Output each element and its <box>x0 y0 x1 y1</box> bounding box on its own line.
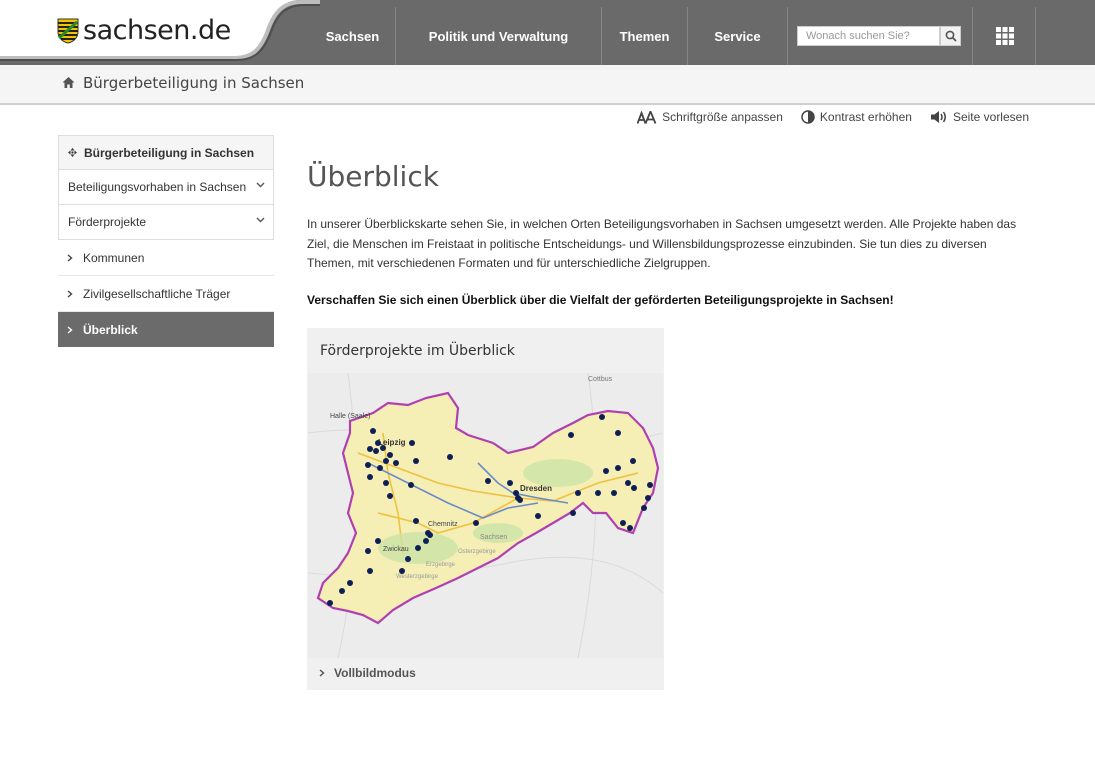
font-size-label: Schriftgröße anpassen <box>662 110 783 124</box>
main-navigation: Sachsen Politik und Verwaltung Themen Se… <box>310 7 788 65</box>
accessibility-tools: Schriftgröße anpassen Kontrast erhöhen S… <box>637 110 1029 124</box>
map-label-halle: Halle (Saale) <box>330 413 370 420</box>
sidebar-item-foerderprojekte[interactable]: Förderprojekte <box>58 205 274 240</box>
map-label-dresden: Dresden <box>520 484 552 493</box>
grid-menu-icon <box>995 27 1014 45</box>
home-icon[interactable] <box>62 76 75 89</box>
map-label-zwickau: Zwickau <box>383 546 409 553</box>
sidebar-item-zivilgesellschaftliche-traeger[interactable]: Zivilgesellschaftliche Träger <box>58 276 274 312</box>
sidebar-item-label: Beteiligungsvorhaben in Sachsen <box>68 180 247 194</box>
read-aloud-label: Seite vorlesen <box>952 110 1029 124</box>
search-area <box>788 7 973 65</box>
search-input[interactable] <box>797 26 940 46</box>
breadcrumb-title[interactable]: Bürgerbeteiligung in Sachsen <box>83 74 304 92</box>
sidebar-item-label: Kommunen <box>83 250 145 265</box>
font-size-icon <box>637 110 657 124</box>
project-map[interactable]: Halle (Saale) Leipzig Dresden Chemnitz Z… <box>308 373 663 658</box>
map-card-title: Förderprojekte im Überblick <box>320 343 515 359</box>
chevron-down-icon <box>256 217 265 223</box>
brand-name: sachsen.de <box>83 15 231 46</box>
sidebar-item-kommunen[interactable]: Kommunen <box>58 240 274 276</box>
chevron-down-icon <box>256 182 265 189</box>
sidebar-item-label: Förderprojekte <box>68 215 147 229</box>
lead-text: Verschaffen Sie sich einen Überblick übe… <box>307 292 894 307</box>
sidebar-item-beteiligungsvorhaben[interactable]: Beteiligungsvorhaben in Sachsen <box>58 170 274 205</box>
apps-menu-button[interactable] <box>974 7 1036 65</box>
sidebar-item-label: Bürgerbeteiligung in Sachsen <box>84 145 255 160</box>
saxony-coat-of-arms-icon <box>57 18 79 44</box>
top-navigation-bar: sachsen.de Sachsen Politik und Verwaltun… <box>0 0 1095 65</box>
nav-item-sachsen[interactable]: Sachsen <box>310 7 396 65</box>
chevron-right-icon <box>67 289 83 298</box>
move-arrows-icon <box>68 148 84 157</box>
sidebar-item-label: Überblick <box>83 322 138 337</box>
map-label-westerzgebirge: Westerzgebirge <box>396 574 439 580</box>
chevron-right-icon <box>67 253 83 262</box>
font-size-tool[interactable]: Schriftgröße anpassen <box>637 110 783 124</box>
map-label-sachsen: Sachsen <box>480 534 507 541</box>
sidebar-navigation: Bürgerbeteiligung in Sachsen Beteiligung… <box>58 135 274 347</box>
map-label-cottbus: Cottbus <box>588 376 613 383</box>
intro-text: In unserer Überblickskarte sehen Sie, in… <box>307 217 1017 270</box>
map-label-chemnitz: Chemnitz <box>428 521 458 528</box>
sidebar-item-buergerbeteiligung[interactable]: Bürgerbeteiligung in Sachsen <box>58 135 274 170</box>
breadcrumb: Bürgerbeteiligung in Sachsen <box>0 65 1095 105</box>
main-content: Überblick In unserer Überblickskarte seh… <box>307 160 1037 307</box>
read-aloud-tool[interactable]: Seite vorlesen <box>930 110 1029 124</box>
sidebar-item-ueberblick[interactable]: Überblick <box>58 312 274 347</box>
sidebar-item-label: Zivilgesellschaftliche Träger <box>83 286 231 301</box>
contrast-label: Kontrast erhöhen <box>819 110 912 124</box>
chevron-right-icon <box>319 669 325 677</box>
search-button[interactable] <box>940 26 961 46</box>
chevron-right-icon <box>67 325 83 334</box>
speaker-icon <box>930 111 946 123</box>
fullscreen-mode-label: Vollbildmodus <box>334 666 416 680</box>
contrast-icon <box>801 110 815 124</box>
map-label-erzgebirge: Erzgebirge <box>426 562 456 568</box>
nav-item-themen[interactable]: Themen <box>602 7 688 65</box>
home-logo-link[interactable]: sachsen.de <box>57 15 231 46</box>
map-card: Förderprojekte im Überblick Halle (Saale… <box>307 328 664 690</box>
map-label-osterzgebirge: Osterzgebirge <box>458 549 496 555</box>
saxony-map-graphic: Halle (Saale) Leipzig Dresden Chemnitz Z… <box>308 373 663 658</box>
page-title: Überblick <box>307 160 439 193</box>
nav-item-service[interactable]: Service <box>688 7 788 65</box>
fullscreen-mode-link[interactable]: Vollbildmodus <box>319 666 416 680</box>
contrast-tool[interactable]: Kontrast erhöhen <box>801 110 912 124</box>
search-icon <box>945 30 957 42</box>
nav-item-politik-und-verwaltung[interactable]: Politik und Verwaltung <box>396 7 602 65</box>
logo-area: sachsen.de <box>0 0 320 65</box>
